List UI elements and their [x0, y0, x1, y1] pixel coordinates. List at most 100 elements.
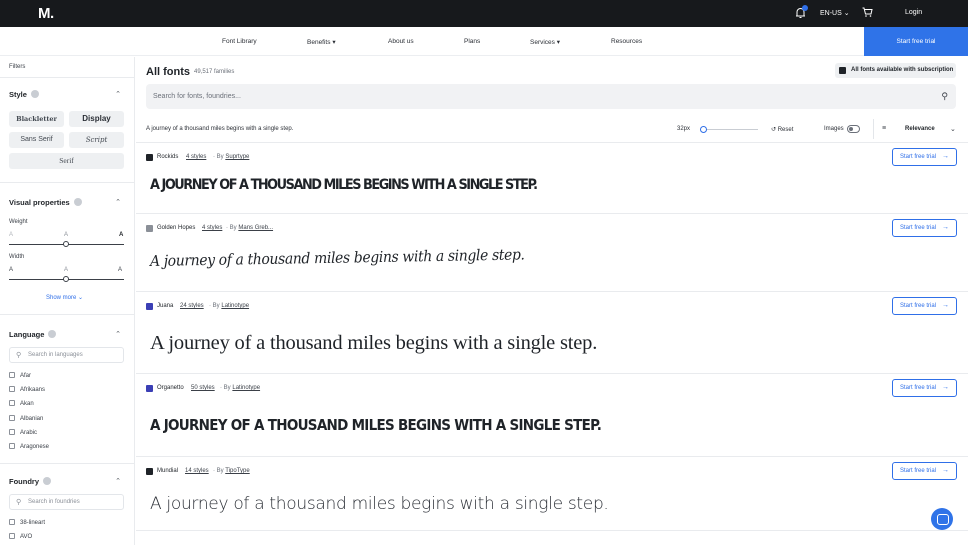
- font-styles-link[interactable]: 50 styles: [191, 385, 215, 391]
- language-option-arabic[interactable]: Arabic: [9, 429, 37, 436]
- subscription-badge-label: All fonts available with subscription: [851, 67, 954, 73]
- language-search-input[interactable]: ⚲ Search in languages: [9, 347, 124, 363]
- font-card-organetto[interactable]: Organetto 50 styles · By Latinotype Star…: [136, 374, 968, 457]
- help-icon[interactable]: [30, 90, 39, 98]
- chevron-up-icon[interactable]: ⌃: [115, 90, 121, 98]
- visual-properties-title[interactable]: Visual properties: [9, 198, 82, 207]
- foundry-link[interactable]: Suprtype: [225, 154, 249, 160]
- font-name[interactable]: Rockids: [157, 154, 178, 160]
- show-more-label: Show more: [46, 295, 77, 301]
- reset-button[interactable]: ↺ Reset: [771, 126, 793, 133]
- font-name[interactable]: Organetto: [157, 385, 184, 391]
- chevron-down-icon[interactable]: ⌄: [950, 125, 956, 133]
- nav-font-library[interactable]: Font Library: [222, 38, 257, 45]
- font-styles-link[interactable]: 4 styles: [186, 154, 206, 160]
- font-byline: · By Suprtype: [213, 154, 250, 160]
- reset-icon: ↺: [771, 127, 777, 133]
- foundry-search-placeholder: Search in foundries: [28, 499, 80, 505]
- checkbox[interactable]: [9, 429, 15, 435]
- chevron-up-icon[interactable]: ⌃: [115, 198, 121, 206]
- foundry-link[interactable]: Latinotype: [232, 385, 260, 391]
- sort-select[interactable]: Relevance: [905, 126, 935, 132]
- help-icon[interactable]: [43, 477, 51, 485]
- foundry-link[interactable]: TipoType: [225, 468, 249, 474]
- foundry-section-title[interactable]: Foundry: [9, 477, 51, 486]
- sort-icon: ≡: [882, 125, 887, 132]
- checkbox[interactable]: [9, 519, 15, 525]
- cart-icon[interactable]: [862, 7, 873, 19]
- foundry-option-avo[interactable]: AVO: [9, 533, 32, 540]
- language-section-title[interactable]: Language: [9, 330, 57, 339]
- foundry-link[interactable]: Latinotype: [221, 303, 249, 309]
- style-blackletter-button[interactable]: Blackletter: [9, 111, 64, 127]
- chevron-up-icon[interactable]: ⌃: [115, 330, 121, 338]
- font-byline: · By Latinotype: [220, 385, 261, 391]
- language-option-aragonese[interactable]: Aragonese: [9, 443, 49, 450]
- font-size-slider-track[interactable]: [700, 129, 758, 130]
- checkbox[interactable]: [9, 400, 15, 406]
- language-title-label: Language: [9, 330, 45, 339]
- checkbox[interactable]: [9, 533, 15, 539]
- font-styles-link[interactable]: 24 styles: [180, 303, 204, 309]
- help-icon[interactable]: [48, 330, 57, 338]
- nav-services[interactable]: Services ▾: [530, 38, 560, 46]
- logo[interactable]: M.: [38, 5, 54, 22]
- language-option-afar[interactable]: Afar: [9, 372, 31, 379]
- arrow-right-icon: →: [942, 467, 949, 474]
- foundry-option-38-lineart[interactable]: 38-lineart: [9, 519, 45, 526]
- width-max-label: A: [118, 267, 125, 273]
- font-name[interactable]: Mundial: [157, 468, 178, 474]
- start-free-trial-button[interactable]: Start free trial →: [892, 462, 957, 480]
- style-sans-serif-button[interactable]: Sans Serif: [9, 132, 64, 148]
- language-selector[interactable]: EN-US ⌄: [820, 9, 850, 17]
- main-nav: Font Library Benefits ▾ About us Plans S…: [0, 27, 968, 56]
- arrow-right-icon: →: [942, 384, 949, 391]
- language-label: Akan: [20, 401, 34, 407]
- language-label: Arabic: [20, 430, 38, 436]
- nav-plans[interactable]: Plans: [464, 38, 480, 45]
- login-link[interactable]: Login: [905, 9, 922, 16]
- start-free-trial-button[interactable]: Start free trial →: [892, 379, 957, 397]
- style-display-button[interactable]: Display: [69, 111, 124, 127]
- divider: [0, 463, 134, 464]
- nav-services-label: Services: [530, 39, 555, 46]
- start-free-trial-button[interactable]: Start free trial →: [892, 148, 957, 166]
- language-option-afrikaans[interactable]: Afrikaans: [9, 386, 45, 393]
- weight-slider-handle[interactable]: [63, 241, 69, 247]
- help-icon[interactable]: [73, 198, 82, 206]
- font-card-mundial[interactable]: Mundial 14 styles · By TipoType Start fr…: [136, 457, 968, 531]
- checkbox[interactable]: [9, 443, 15, 449]
- divider: [0, 314, 134, 315]
- font-size-slider-handle[interactable]: [700, 126, 707, 133]
- checkbox[interactable]: [9, 372, 15, 378]
- style-script-button[interactable]: Script: [69, 132, 124, 148]
- foundry-search-input[interactable]: ⚲ Search in foundries: [9, 494, 124, 510]
- notification-bell-icon[interactable]: [795, 5, 808, 19]
- show-more-button[interactable]: Show more ⌄: [46, 294, 83, 301]
- chevron-up-icon[interactable]: ⌃: [115, 477, 121, 485]
- sample-text-input[interactable]: A journey of a thousand miles begins wit…: [146, 126, 293, 132]
- nav-about-us[interactable]: About us: [388, 38, 414, 45]
- font-styles-link[interactable]: 14 styles: [185, 468, 209, 474]
- images-toggle[interactable]: [847, 125, 860, 133]
- font-card-juana[interactable]: Juana 24 styles · By Latinotype Start fr…: [136, 292, 968, 374]
- language-option-albanian[interactable]: Albanian: [9, 415, 43, 422]
- language-option-akan[interactable]: Akan: [9, 400, 34, 407]
- width-slider-handle[interactable]: [63, 276, 69, 282]
- font-search-input[interactable]: Search for fonts, foundries... ⚲: [146, 84, 956, 109]
- start-free-trial-button[interactable]: Start free trial: [864, 27, 968, 56]
- font-card-rockids[interactable]: Rockids 4 styles · By Suprtype Start fre…: [136, 143, 968, 214]
- style-section-title[interactable]: Style: [9, 90, 39, 99]
- foundry-title-label: Foundry: [9, 477, 39, 486]
- nav-benefits[interactable]: Benefits ▾: [307, 38, 336, 46]
- checkbox[interactable]: [9, 415, 15, 421]
- search-icon[interactable]: ⚲: [941, 91, 948, 102]
- nav-resources[interactable]: Resources: [611, 38, 642, 45]
- arrow-right-icon: →: [942, 302, 949, 309]
- start-free-trial-button[interactable]: Start free trial →: [892, 297, 957, 315]
- style-serif-button[interactable]: Serif: [9, 153, 124, 169]
- chat-support-icon[interactable]: [931, 508, 953, 530]
- family-count: 49,517 families: [194, 69, 235, 75]
- checkbox[interactable]: [9, 386, 15, 392]
- font-name[interactable]: Juana: [157, 303, 173, 309]
